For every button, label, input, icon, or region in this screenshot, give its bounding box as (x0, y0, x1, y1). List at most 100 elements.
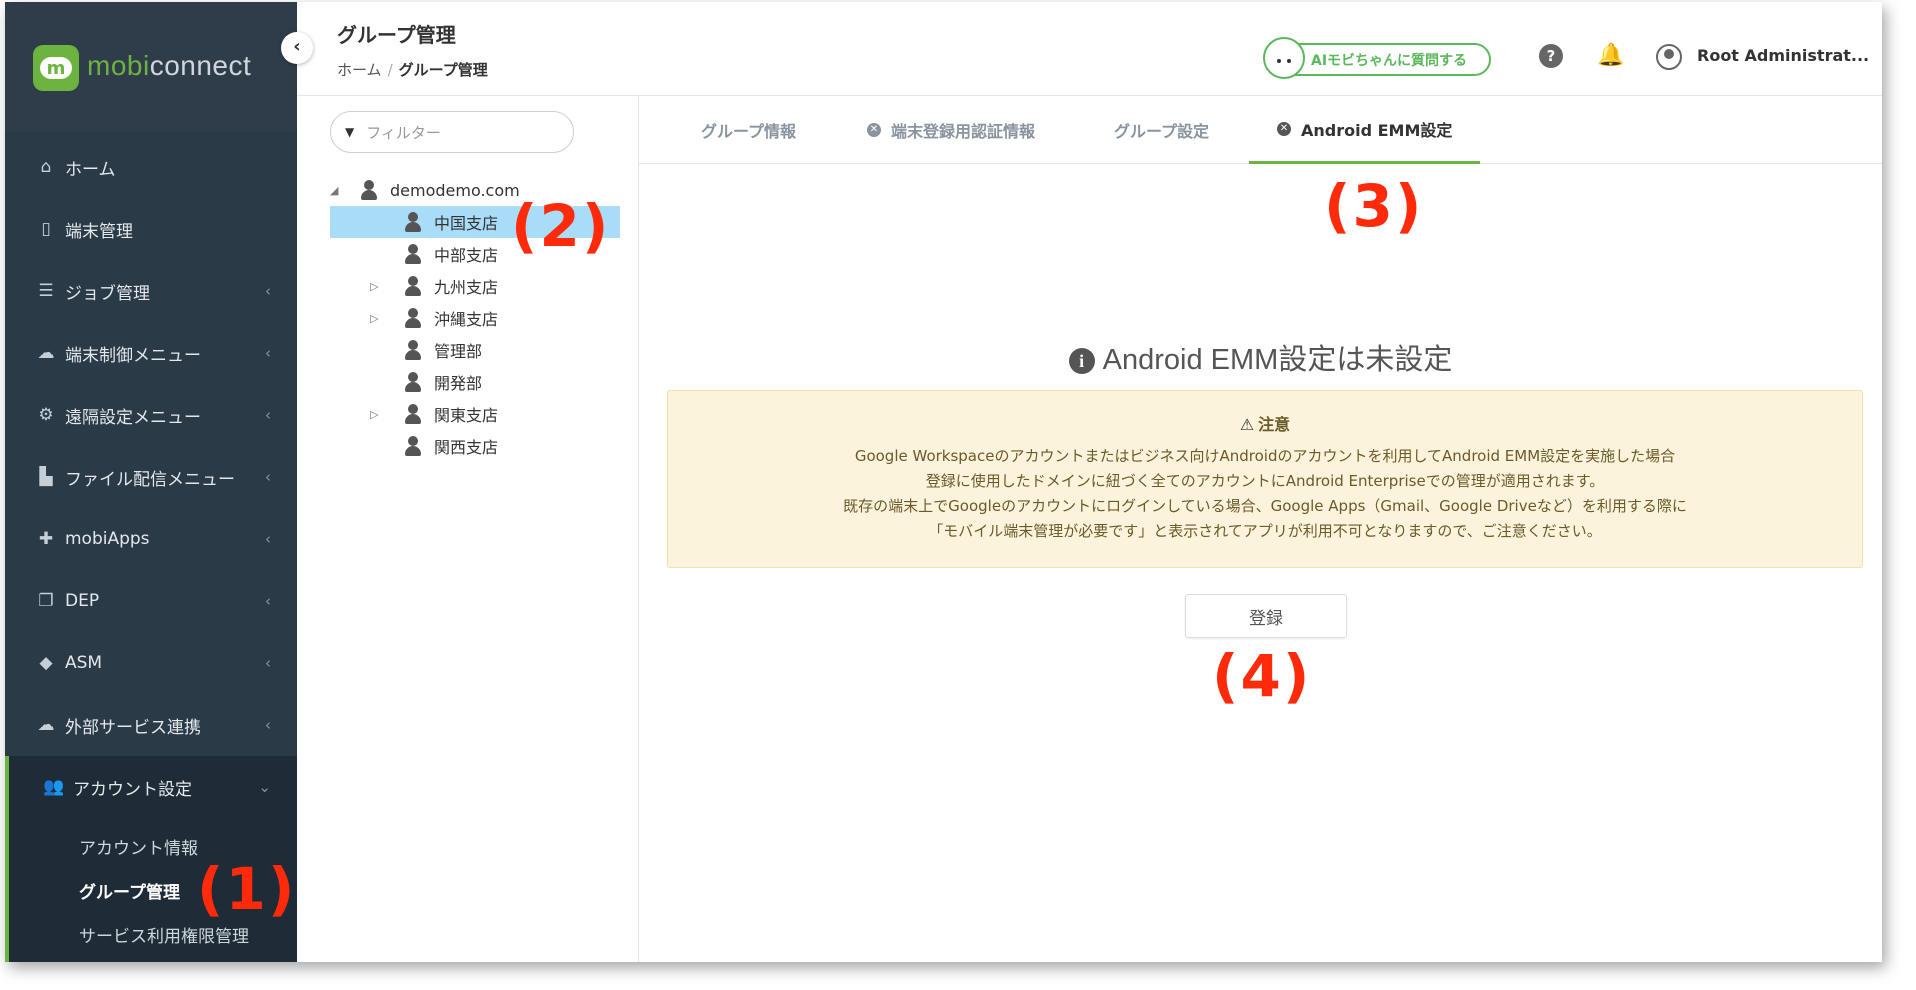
chevron-down-icon: ⌄ (258, 778, 271, 796)
logo-text: mobiconnect (87, 50, 251, 82)
ai-assistant-label: AIモビちゃんに質問する (1311, 52, 1468, 69)
sidebar-item-label: アカウント設定 (73, 779, 192, 800)
user-icon (404, 436, 422, 456)
tree-node-kanribu[interactable]: 管理部 (330, 334, 482, 366)
tab-enrollment-auth[interactable]: ✕ 端末登録用認証情報 (867, 96, 1035, 164)
close-circle-icon: ✕ (867, 123, 881, 137)
expand-triangle-icon[interactable]: ▷ (330, 312, 404, 325)
tree-filter-input[interactable]: ▼ フィルター (330, 111, 574, 153)
tree-node-root[interactable]: ◢ demodemo.com (330, 174, 520, 206)
user-menu[interactable]: Root Administrat... (1697, 46, 1869, 65)
sidebar-collapse-button[interactable]: ‹ (281, 32, 313, 64)
sidebar-item-label: ジョブ管理 (65, 283, 150, 304)
sidebar: m mobiconnect ⌂ ホーム ▯ 端末管理 ☰ ジョブ管理 ‹ ☁ 端末制御メニ… (5, 2, 297, 962)
user-icon (404, 276, 422, 296)
sidebar-item-label: 遠隔設定メニュー (65, 407, 201, 428)
warning-line: 登録に使用したドメインに紐づく全てのアカウントにAndroid Enterpri… (925, 472, 1605, 490)
collapse-triangle-icon[interactable]: ◢ (330, 184, 344, 197)
user-icon (404, 308, 422, 328)
chevron-left-icon: ‹ (265, 468, 271, 486)
tree-node-label: 中部支店 (434, 246, 499, 265)
tab-group-info[interactable]: グループ情報 (701, 96, 796, 164)
tab-group-settings[interactable]: グループ設定 (1114, 96, 1209, 164)
tree-node-label: 管理部 (434, 342, 483, 361)
sidebar-item-external-services[interactable]: ☁ 外部サービス連携 ‹ (5, 694, 297, 756)
help-icon[interactable]: ? (1539, 44, 1563, 68)
server-icon: ☰ (38, 281, 54, 301)
tree-node-kaihatsubu[interactable]: 開発部 (330, 366, 482, 398)
sidebar-item-label: 外部サービス連携 (65, 717, 201, 738)
ai-assistant-button[interactable]: AIモビちゃんに質問する (1263, 37, 1491, 79)
chevron-left-icon: ‹ (265, 282, 271, 300)
register-button[interactable]: 登録 (1185, 594, 1347, 638)
page-header: グループ管理 ホーム / グループ管理 AIモビちゃんに質問する ? 🔔 Root … (297, 2, 1882, 96)
warning-triangle-icon: ⚠ (1239, 415, 1255, 434)
breadcrumb-separator: / (387, 61, 393, 79)
submenu-item-group-management[interactable]: グループ管理 (79, 878, 180, 903)
close-circle-icon: ✕ (1277, 121, 1291, 136)
chevron-left-icon: ‹ (265, 530, 271, 548)
annotation-4: (4) (1212, 642, 1312, 710)
annotation-2: (2) (511, 192, 611, 260)
heading-text: Android EMM設定は未設定 (1102, 344, 1453, 376)
main-content: グループ情報 ✕ 端末登録用認証情報 グループ設定 ✕ Android EMM設定 … (639, 96, 1882, 962)
puzzle-icon: ✚ (38, 529, 54, 549)
user-icon (404, 244, 422, 264)
logo-cloud-icon: m (33, 45, 79, 91)
sidebar-item-device-control[interactable]: ☁ 端末制御メニュー ‹ (5, 322, 297, 384)
submenu-item-account-info[interactable]: アカウント情報 (79, 834, 198, 859)
filter-icon: ▼ (345, 125, 355, 139)
sidebar-item-account-settings[interactable]: 👥 アカウント設定 ⌄ (5, 756, 297, 818)
sidebar-item-mobiapps[interactable]: ✚ mobiApps ‹ (5, 508, 297, 570)
user-icon (404, 404, 422, 424)
tree-node-label: 開発部 (434, 374, 483, 393)
chevron-left-icon: ‹ (265, 344, 271, 362)
sidebar-item-file-delivery[interactable]: ▙ ファイル配信メニュー ‹ (5, 446, 297, 508)
info-icon: i (1068, 348, 1095, 374)
tree-node-label: 沖縄支店 (434, 310, 499, 329)
sidebar-item-label: mobiApps (65, 529, 150, 549)
file-icon: ▙ (39, 467, 53, 487)
sidebar-item-dep[interactable]: ❐ DEP ‹ (5, 570, 297, 632)
tab-android-emm[interactable]: ✕ Android EMM設定 (1249, 96, 1481, 164)
sidebar-item-jobs[interactable]: ☰ ジョブ管理 ‹ (5, 260, 297, 322)
tree-node-label: 中国支店 (434, 214, 499, 233)
bell-icon[interactable]: 🔔 (1597, 44, 1624, 68)
tree-node-kyushu[interactable]: ▷ 九州支店 (330, 270, 498, 302)
chevron-left-icon: ‹ (265, 654, 271, 672)
cloud-solid-icon: ☁ (37, 715, 55, 735)
tree-node-label: 関東支店 (434, 406, 499, 425)
logo-mark: m (46, 58, 66, 79)
tab-label: 端末登録用認証情報 (891, 122, 1036, 141)
sidebar-item-label: 端末制御メニュー (65, 345, 201, 366)
chevron-left-icon: ‹ (293, 36, 301, 57)
tree-node-kansai[interactable]: 関西支店 (330, 430, 498, 462)
user-avatar-icon[interactable] (1656, 44, 1682, 70)
tab-label: グループ設定 (1114, 122, 1210, 141)
tree-node-chubu[interactable]: 中部支店 (330, 238, 498, 270)
sidebar-item-label: DEP (65, 591, 100, 611)
tree-node-label: demodemo.com (390, 180, 520, 200)
page-title: グループ管理 (337, 23, 456, 47)
breadcrumb-home-link[interactable]: ホーム (337, 61, 382, 79)
breadcrumb-current: グループ管理 (398, 61, 488, 79)
user-icon (404, 340, 422, 360)
chevron-left-icon: ‹ (265, 406, 271, 424)
device-icon: ▯ (41, 219, 51, 239)
annotation-1: (1) (197, 855, 297, 923)
expand-triangle-icon[interactable]: ▷ (330, 408, 404, 421)
warning-line: Google Workspaceのアカウントまたはビジネス向けAndroidのア… (854, 447, 1676, 465)
sidebar-item-asm[interactable]: ◆ ASM ‹ (5, 632, 297, 694)
sidebar-item-device[interactable]: ▯ 端末管理 (5, 198, 297, 260)
logo-area: m mobiconnect (5, 2, 297, 132)
tree-node-label: 関西支店 (434, 438, 499, 457)
tab-label: グループ情報 (701, 122, 797, 141)
expand-triangle-icon[interactable]: ▷ (330, 280, 404, 293)
copy-icon: ❐ (38, 591, 54, 611)
submenu-item-service-permissions[interactable]: サービス利用権限管理 (79, 922, 249, 947)
sidebar-item-remote-settings[interactable]: ⚙ 遠隔設定メニュー ‹ (5, 384, 297, 446)
sidebar-item-home[interactable]: ⌂ ホーム (5, 136, 297, 198)
user-icon (404, 212, 422, 232)
tree-node-kanto[interactable]: ▷ 関東支店 (330, 398, 498, 430)
tree-node-okinawa[interactable]: ▷ 沖縄支店 (330, 302, 498, 334)
